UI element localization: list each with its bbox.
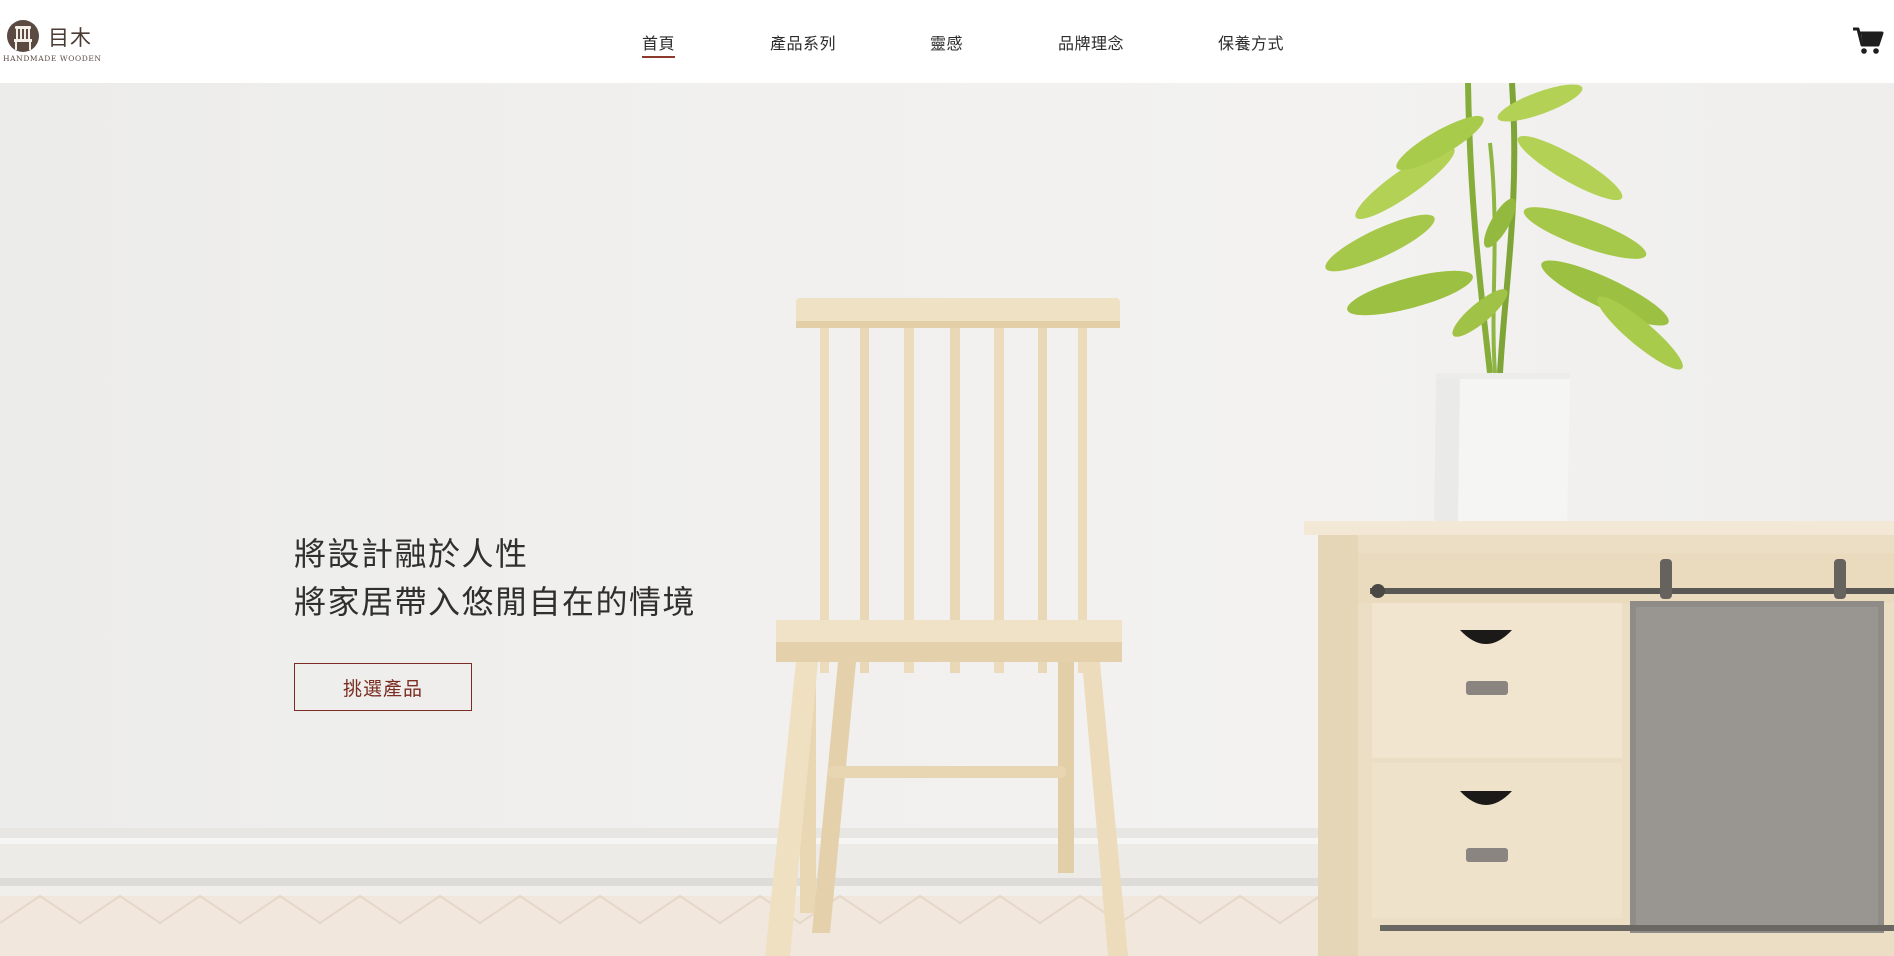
hero-image xyxy=(0,83,1894,956)
baseboard xyxy=(0,828,1320,896)
potted-plant xyxy=(1325,83,1683,523)
shopping-cart-icon xyxy=(1853,27,1884,54)
shop-products-button[interactable]: 挑選產品 xyxy=(294,663,472,711)
nav-item-care[interactable]: 保養方式 xyxy=(1218,30,1284,54)
hero-tagline: 將設計融於人性 將家居帶入悠閒自在的情境 xyxy=(294,530,696,626)
main-nav: 首頁 產品系列 靈感 品牌理念 保養方式 xyxy=(0,0,1894,83)
site-header: 目木 HANDMADE WOODEN 首頁 產品系列 靈感 品牌理念 保養方式 xyxy=(0,0,1894,83)
nav-item-inspiration[interactable]: 靈感 xyxy=(930,30,963,54)
nav-item-products[interactable]: 產品系列 xyxy=(770,30,836,54)
cart-button[interactable] xyxy=(1852,26,1884,56)
hero-banner: 將設計融於人性 將家居帶入悠閒自在的情境 挑選產品 xyxy=(0,83,1894,956)
hero-line-1: 將設計融於人性 xyxy=(294,535,529,573)
nav-item-brand-philosophy[interactable]: 品牌理念 xyxy=(1058,30,1124,54)
wooden-sideboard xyxy=(1304,521,1894,956)
hero-line-2: 將家居帶入悠閒自在的情境 xyxy=(294,583,697,621)
nav-item-home[interactable]: 首頁 xyxy=(642,30,676,58)
